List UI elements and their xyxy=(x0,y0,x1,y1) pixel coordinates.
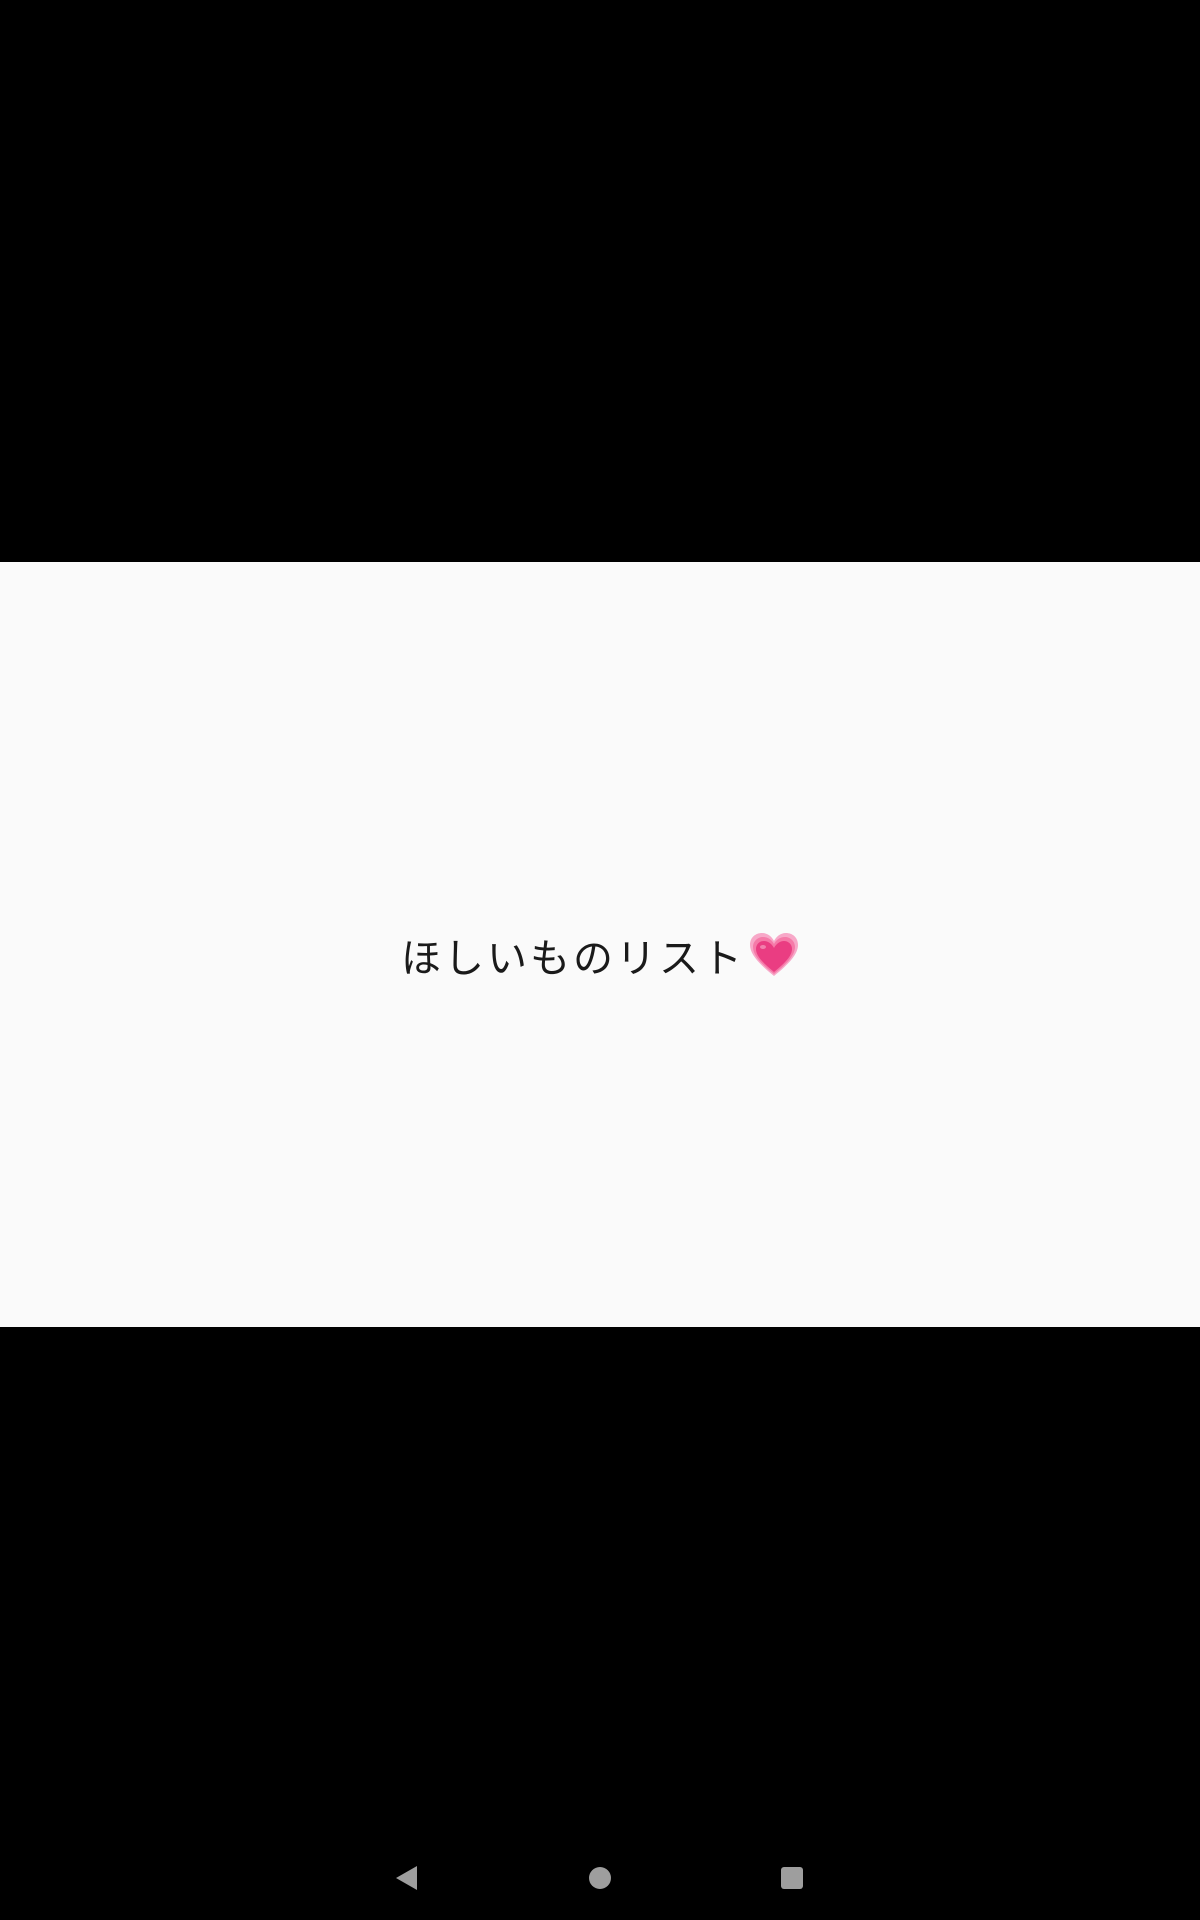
home-circle-icon xyxy=(589,1867,611,1889)
back-button[interactable] xyxy=(376,1848,436,1908)
back-triangle-icon xyxy=(396,1866,417,1890)
recents-button[interactable] xyxy=(762,1848,822,1908)
recents-square-icon xyxy=(781,1867,803,1889)
video-frame[interactable]: ほしいものリスト xyxy=(0,562,1200,1327)
wishlist-title: ほしいものリスト xyxy=(401,935,745,982)
title-row: ほしいものリスト xyxy=(401,926,799,984)
growing-heart-icon xyxy=(749,932,799,978)
system-navigation-bar xyxy=(0,1844,1200,1920)
home-button[interactable] xyxy=(570,1848,630,1908)
screen: ほしいものリスト xyxy=(0,0,1200,1920)
